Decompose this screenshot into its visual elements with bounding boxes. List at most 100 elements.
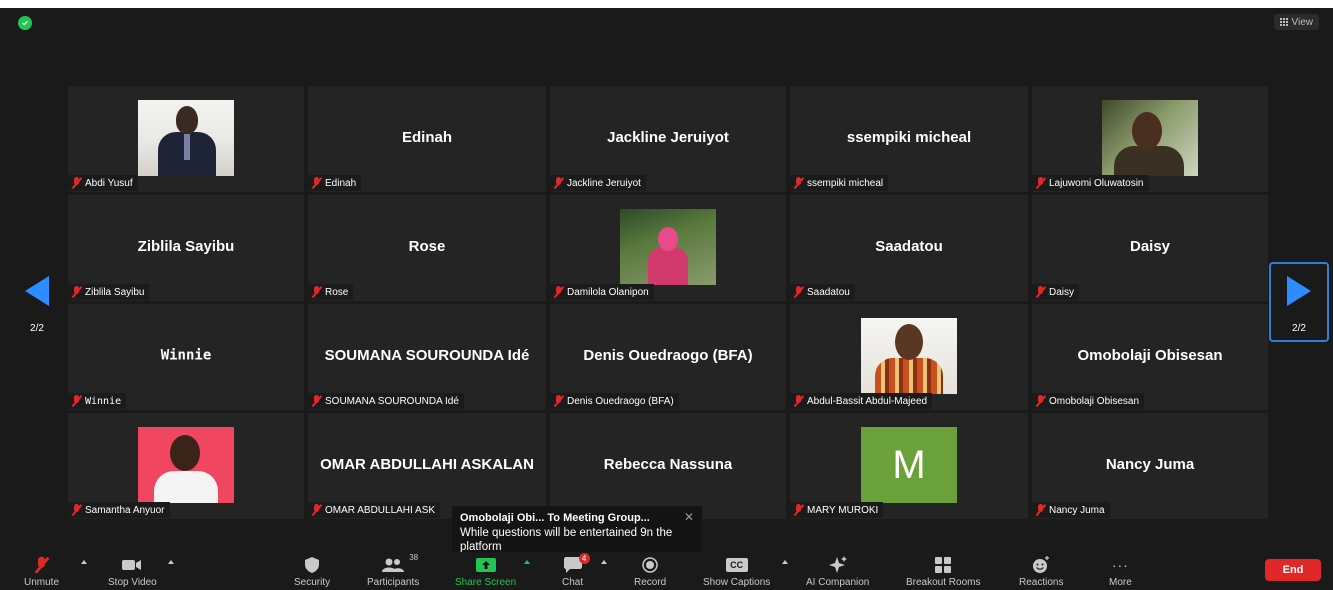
- chat-unread-badge: 4: [578, 553, 590, 564]
- participant-nametag: Abdul-Bassit Abdul-Majeed: [790, 393, 933, 409]
- view-button[interactable]: View: [1273, 14, 1319, 30]
- participant-tile[interactable]: Jackline Jeruiyot Jackline Jeruiyot: [550, 86, 786, 192]
- record-icon: [642, 557, 658, 573]
- chat-options-caret[interactable]: [601, 560, 607, 564]
- mic-muted-icon: [311, 286, 322, 298]
- security-button[interactable]: Security: [294, 556, 330, 588]
- participant-name: Edinah: [325, 177, 357, 189]
- participant-nametag: Omobolaji Obisesan: [1032, 393, 1145, 409]
- mic-muted-icon: [71, 395, 82, 407]
- encryption-shield-icon[interactable]: [18, 16, 32, 30]
- video-options-caret[interactable]: [168, 560, 174, 564]
- participant-display-name: Ziblila Sayibu: [137, 237, 235, 255]
- audio-options-caret[interactable]: [81, 560, 87, 564]
- participant-tile[interactable]: Abdi Yusuf: [68, 86, 304, 192]
- previous-page-button[interactable]: 2/2: [8, 264, 66, 340]
- participant-tile[interactable]: M MARY MUROKI: [790, 413, 1028, 519]
- participant-tile[interactable]: ssempiki micheal ssempiki micheal: [790, 86, 1028, 192]
- participant-tile[interactable]: Rebecca Nassuna: [550, 413, 786, 519]
- participant-avatar: M: [861, 427, 957, 503]
- participant-tile[interactable]: Samantha Anyuor: [68, 413, 304, 519]
- mic-muted-icon: [553, 395, 564, 407]
- stop-video-label: Stop Video: [108, 577, 157, 588]
- mic-muted-icon: [311, 177, 322, 189]
- view-label: View: [1291, 16, 1314, 28]
- participant-display-name: Denis Ouedraogo (BFA): [583, 346, 753, 364]
- participant-tile[interactable]: Lajuwomi Oluwatosin: [1032, 86, 1268, 192]
- ai-companion-button[interactable]: AI Companion: [806, 556, 869, 588]
- participant-nametag: Damilola Olanipon: [550, 284, 654, 300]
- participant-nametag: ssempiki micheal: [790, 175, 889, 191]
- participant-tile[interactable]: Saadatou Saadatou: [790, 195, 1028, 301]
- participant-tile[interactable]: Winnie Winnie: [68, 304, 304, 410]
- participant-display-name: Rebecca Nassuna: [603, 455, 733, 473]
- participant-nametag: Jackline Jeruiyot: [550, 175, 646, 191]
- mic-muted-icon: [553, 286, 564, 298]
- participant-nametag: Winnie: [68, 393, 127, 409]
- participant-tile[interactable]: Nancy Juma Nancy Juma: [1032, 413, 1268, 519]
- participant-nametag: Saadatou: [790, 284, 855, 300]
- participants-button[interactable]: 38 Participants: [367, 553, 419, 588]
- participant-tile[interactable]: Rose Rose: [308, 195, 546, 301]
- shield-icon: [305, 557, 320, 573]
- end-meeting-button[interactable]: End: [1265, 559, 1321, 581]
- participant-display-name: Winnie: [160, 347, 212, 364]
- participant-tile[interactable]: OMAR ABDULLAHI ASKALAN OMAR ABDULLAHI AS…: [308, 413, 546, 519]
- participant-display-name: Saadatou: [875, 237, 943, 255]
- breakout-rooms-button[interactable]: Breakout Rooms: [906, 556, 980, 588]
- participant-name: Denis Ouedraogo (BFA): [567, 395, 674, 407]
- close-icon[interactable]: ✕: [684, 510, 694, 524]
- participant-display-name: SOUMANA SOUROUNDA Idé: [324, 346, 530, 364]
- participant-tile[interactable]: Ziblila Sayibu Ziblila Sayibu: [68, 195, 304, 301]
- participant-name: Winnie: [85, 395, 122, 407]
- participant-name: Jackline Jeruiyot: [567, 177, 641, 189]
- more-button[interactable]: ··· More: [1109, 556, 1132, 588]
- participant-tile[interactable]: Denis Ouedraogo (BFA) Denis Ouedraogo (B…: [550, 304, 786, 410]
- participant-video: [861, 318, 957, 394]
- participant-display-name: Nancy Juma: [1105, 455, 1195, 473]
- captions-cc-icon: CC: [725, 558, 748, 572]
- participant-nametag: Nancy Juma: [1032, 502, 1110, 518]
- record-button[interactable]: Record: [634, 556, 666, 588]
- stop-video-button[interactable]: Stop Video: [108, 556, 157, 588]
- mic-muted-icon: [1035, 177, 1046, 189]
- chat-preview-popup[interactable]: Omobolaji Obi... To Meeting Group... Whi…: [452, 506, 702, 556]
- participant-tile[interactable]: Damilola Olanipon: [550, 195, 786, 301]
- avatar-letter: M: [892, 442, 926, 487]
- participant-nametag: Ziblila Sayibu: [68, 284, 150, 300]
- participant-nametag: Rose: [308, 284, 354, 300]
- chat-button[interactable]: 4 Chat: [562, 553, 590, 588]
- participant-nametag: Samantha Anyuor: [68, 502, 170, 518]
- arrow-left-icon: [25, 276, 49, 306]
- mic-muted-icon: [311, 504, 322, 516]
- page-indicator-right: 2/2: [1292, 323, 1306, 334]
- participant-video: [138, 100, 234, 176]
- share-screen-label: Share Screen: [455, 577, 517, 588]
- participant-name: Nancy Juma: [1049, 504, 1105, 516]
- participant-tile[interactable]: Abdul-Bassit Abdul-Majeed: [790, 304, 1028, 410]
- participant-tile[interactable]: Daisy Daisy: [1032, 195, 1268, 301]
- grid-view-icon: [1279, 18, 1288, 26]
- share-options-caret[interactable]: [524, 560, 530, 564]
- participant-nametag: Daisy: [1032, 284, 1080, 300]
- show-captions-button[interactable]: CC Show Captions: [703, 556, 770, 588]
- reactions-button[interactable]: Reactions: [1019, 556, 1063, 588]
- breakout-rooms-label: Breakout Rooms: [906, 577, 981, 588]
- participant-tile[interactable]: Omobolaji Obisesan Omobolaji Obisesan: [1032, 304, 1268, 410]
- participant-name: Daisy: [1049, 286, 1075, 298]
- chat-preview-sender: Omobolaji Obi... To Meeting Group...: [460, 512, 650, 524]
- show-captions-label: Show Captions: [703, 577, 771, 588]
- meeting-toolbar: Unmute Stop Video Security 38 Participan…: [0, 552, 1333, 590]
- participant-tile[interactable]: SOUMANA SOUROUNDA Idé SOUMANA SOUROUNDA …: [308, 304, 546, 410]
- participant-nametag: Edinah: [308, 175, 362, 191]
- mic-muted-icon: [793, 504, 804, 516]
- captions-options-caret[interactable]: [782, 560, 788, 564]
- smiley-face-icon: [1033, 556, 1050, 573]
- participant-tile[interactable]: Edinah Edinah: [308, 86, 546, 192]
- participant-display-name: ssempiki micheal: [846, 128, 972, 146]
- next-page-button[interactable]: 2/2: [1269, 262, 1329, 342]
- participant-display-name: Omobolaji Obisesan: [1077, 346, 1223, 364]
- share-screen-button[interactable]: Share Screen: [455, 556, 516, 588]
- unmute-button[interactable]: Unmute: [24, 556, 59, 588]
- participant-video: [1102, 100, 1198, 176]
